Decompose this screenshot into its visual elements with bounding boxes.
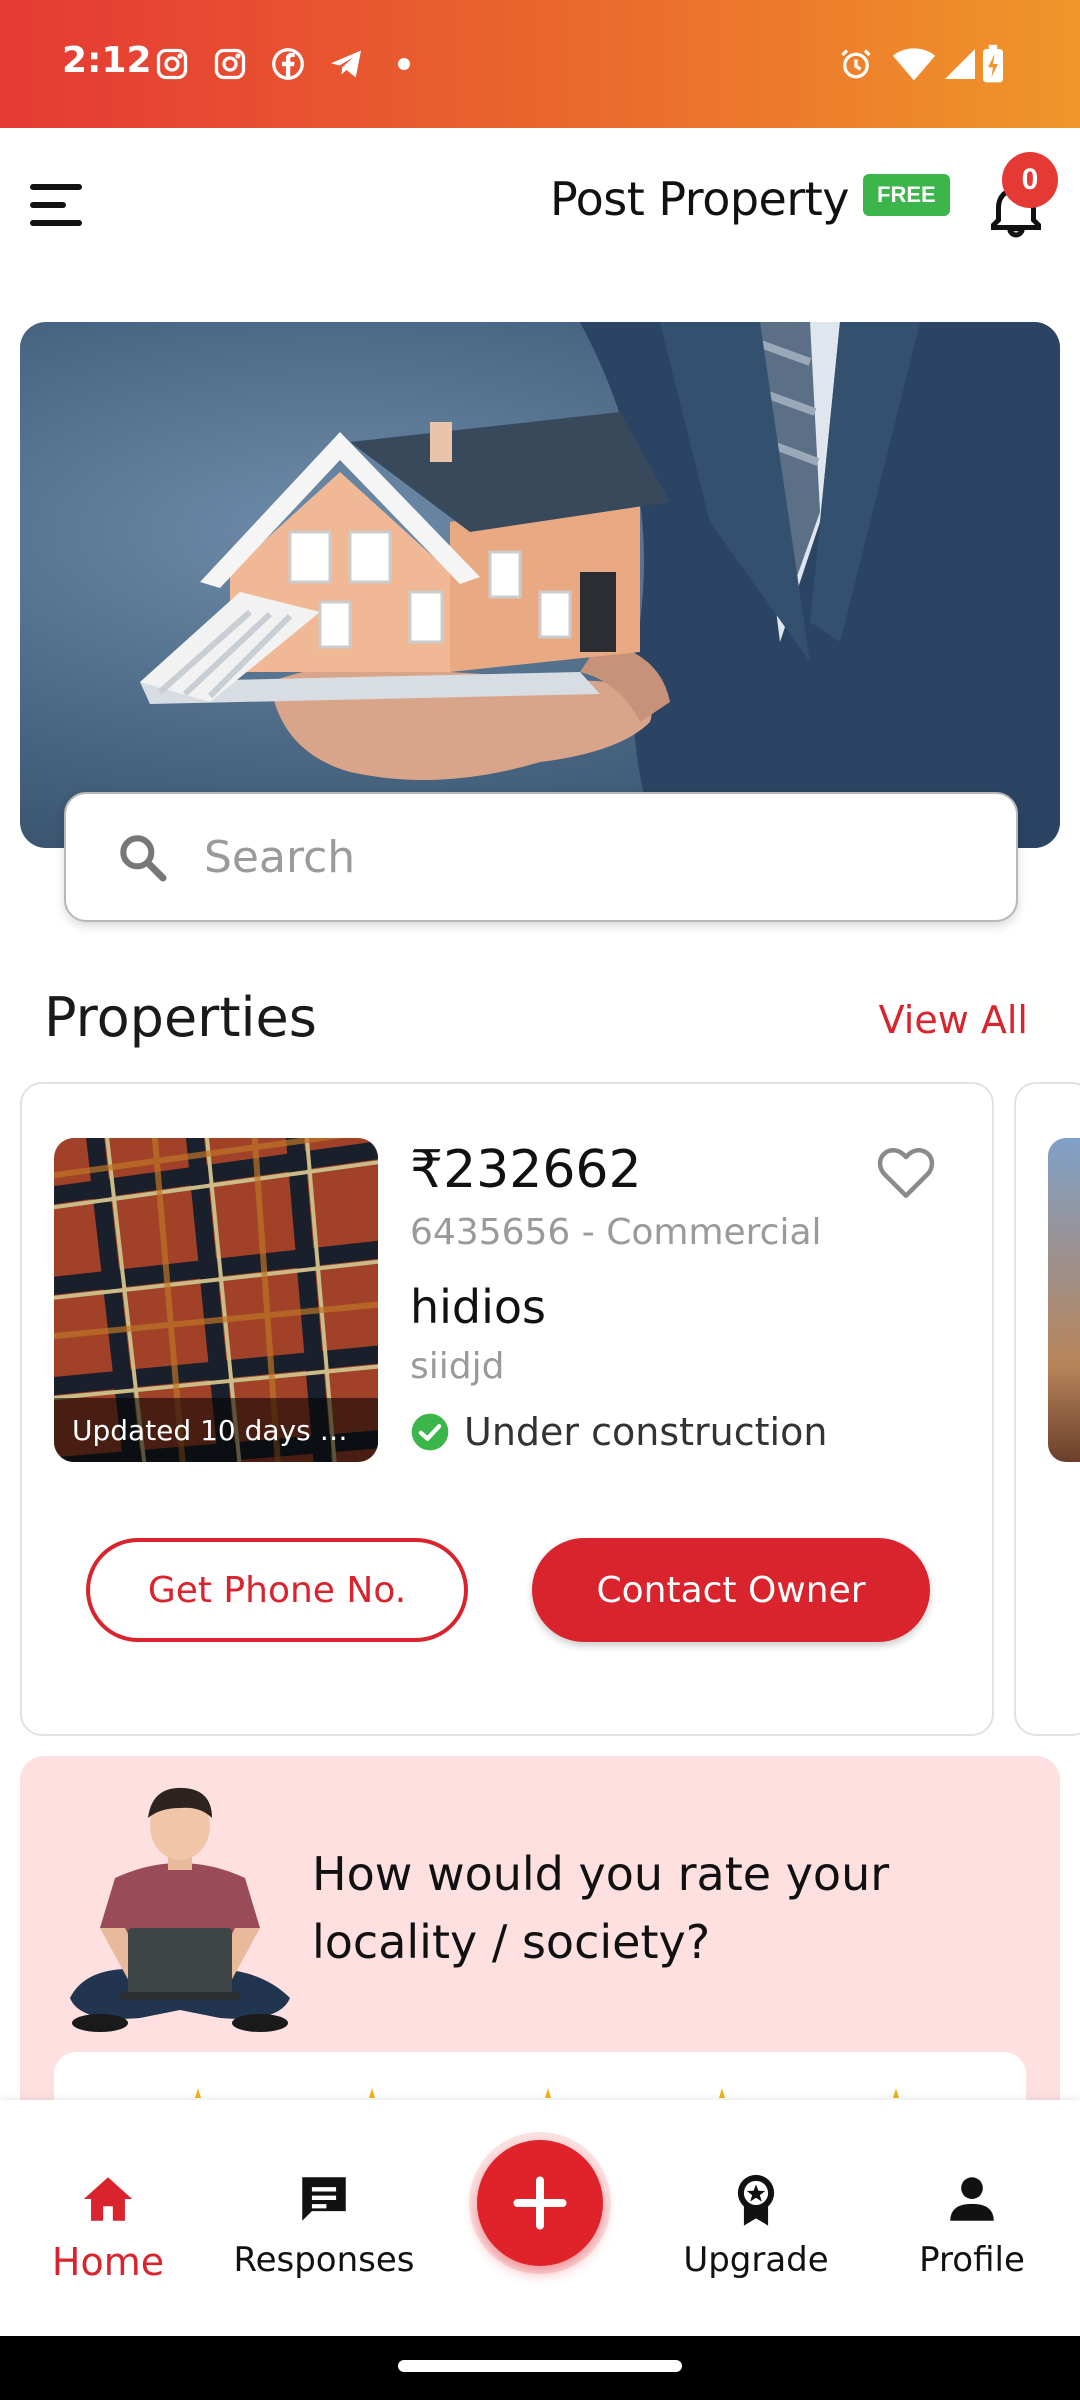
signal-icon xyxy=(940,44,980,84)
next-property-card[interactable] xyxy=(1014,1082,1080,1736)
property-price: ₹232662 xyxy=(410,1140,642,1200)
property-card[interactable]: Updated 10 days a... ₹232662 6435656 - C… xyxy=(20,1082,994,1736)
menu-line xyxy=(30,202,66,208)
menu-line xyxy=(30,184,82,190)
nav-home[interactable]: Home xyxy=(18,2170,198,2284)
gesture-handle[interactable] xyxy=(398,2360,682,2372)
properties-title: Properties xyxy=(44,986,317,1049)
menu-line xyxy=(30,220,82,226)
search-icon xyxy=(120,835,167,882)
status-bar: 2:12 xyxy=(0,0,1080,128)
nav-profile[interactable]: Profile xyxy=(882,2170,1062,2280)
post-property-label: Post Property xyxy=(550,172,850,226)
home-screen: 2:12 Post Property FREE 0 Search Propert… xyxy=(0,0,1080,2400)
menu-button[interactable] xyxy=(30,170,100,240)
rating-card: How would you rate your locality / socie… xyxy=(20,1756,1060,2156)
app-header: Post Property FREE 0 xyxy=(0,128,1080,278)
updated-label: Updated 10 days a... xyxy=(54,1398,378,1462)
gesture-navigation-bar xyxy=(0,2336,1080,2400)
hero-banner xyxy=(20,322,1060,848)
add-property-fab[interactable] xyxy=(477,2140,603,2266)
bottom-nav: Home Responses Upgrade Profile xyxy=(0,2100,1080,2336)
instagram-icon xyxy=(210,44,250,84)
property-status-text: Under construction xyxy=(464,1410,828,1454)
nav-home-label: Home xyxy=(51,2240,165,2284)
alarm-icon xyxy=(836,44,876,84)
property-subline: 6435656 - Commercial xyxy=(410,1212,822,1253)
hero-illustration xyxy=(140,322,1060,848)
post-property-button[interactable]: Post Property FREE xyxy=(550,172,950,226)
rating-question: How would you rate your locality / socie… xyxy=(312,1847,890,1969)
free-badge: FREE xyxy=(863,174,950,216)
nav-profile-label: Profile xyxy=(919,2240,1025,2280)
home-icon xyxy=(83,2177,133,2221)
chat-icon xyxy=(302,2177,346,2221)
property-name: hidios xyxy=(410,1280,547,1334)
notification-count-badge: 0 xyxy=(1002,152,1058,208)
nav-upgrade[interactable]: Upgrade xyxy=(666,2170,846,2280)
property-image[interactable]: Updated 10 days a... xyxy=(54,1138,378,1462)
property-status: Under construction xyxy=(410,1410,827,1454)
search-bar[interactable] xyxy=(64,792,1018,922)
person-icon xyxy=(950,2177,994,2221)
battery-charging-icon xyxy=(978,44,1008,84)
instagram-icon xyxy=(152,44,192,84)
view-all-link[interactable]: View All xyxy=(879,998,1028,1042)
facebook-icon xyxy=(268,44,308,84)
person-laptop-illustration xyxy=(70,1787,290,2032)
dot-icon xyxy=(384,44,424,84)
wifi-icon xyxy=(890,44,938,84)
next-property-image xyxy=(1048,1138,1080,1462)
badge-icon xyxy=(737,2174,775,2226)
contact-owner-button[interactable]: Contact Owner xyxy=(532,1538,930,1642)
get-phone-button[interactable]: Get Phone No. xyxy=(86,1538,468,1642)
plus-icon xyxy=(513,2176,567,2230)
heart-icon[interactable] xyxy=(876,1144,936,1200)
check-circle-icon xyxy=(411,1413,449,1451)
nav-responses-label: Responses xyxy=(233,2240,415,2280)
property-location: siidjd xyxy=(410,1346,505,1387)
search-input[interactable] xyxy=(204,831,964,883)
nav-upgrade-label: Upgrade xyxy=(683,2240,829,2280)
nav-responses[interactable]: Responses xyxy=(233,2170,415,2280)
telegram-icon xyxy=(326,44,366,84)
status-time: 2:12 xyxy=(62,40,152,81)
